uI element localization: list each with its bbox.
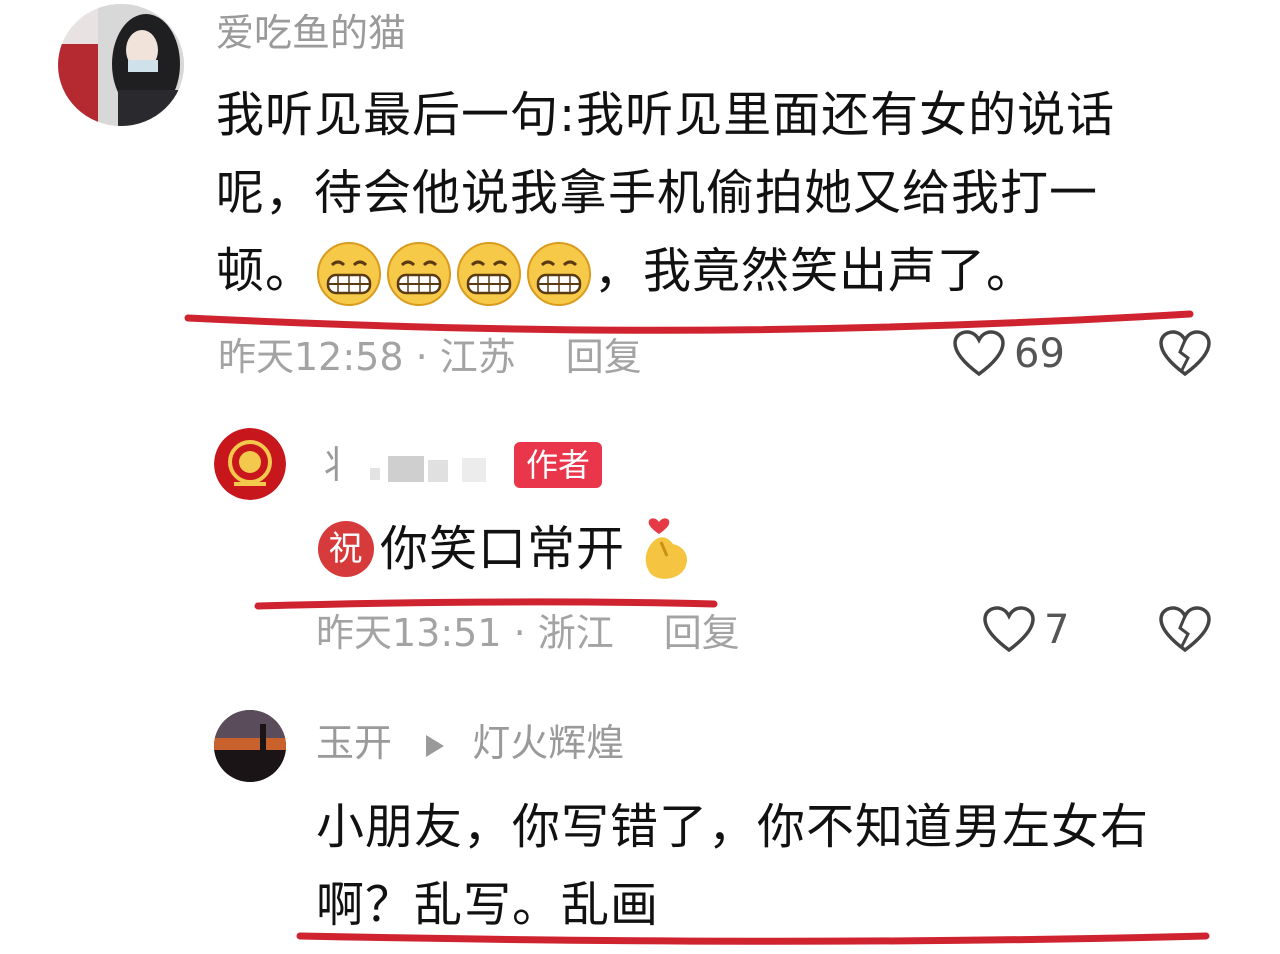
- like-button[interactable]: 7: [982, 606, 1069, 654]
- finger-heart-emoji: [645, 518, 688, 579]
- author-badge: 作者: [514, 442, 603, 489]
- like-count: 69: [1014, 331, 1065, 377]
- comment-meta: 昨天12:58 · 江苏 回复: [218, 335, 642, 379]
- heart-icon: [953, 330, 1005, 377]
- reply-button[interactable]: 回复: [664, 611, 740, 655]
- username[interactable]: 爱吃鱼的猫: [216, 14, 406, 52]
- reply-arrow-icon: [426, 734, 445, 757]
- comment-text: 祝 你笑口常开: [318, 510, 697, 588]
- like-count: 7: [1044, 607, 1070, 653]
- blurred-name: [370, 456, 486, 482]
- avatar[interactable]: [58, 4, 184, 126]
- grin-emoji: [387, 242, 452, 306]
- username[interactable]: 丬: [316, 446, 354, 484]
- avatar[interactable]: [214, 428, 286, 500]
- reply-to-name[interactable]: 灯火辉煌: [472, 721, 624, 765]
- broken-heart-icon: [1159, 606, 1211, 653]
- bless-badge: 祝: [318, 521, 374, 577]
- grin-emoji: [457, 242, 522, 306]
- grin-emoji: [527, 242, 592, 306]
- heart-icon: [983, 606, 1035, 653]
- grin-emoji: [317, 242, 382, 306]
- avatar[interactable]: [214, 710, 286, 782]
- comment-text: 我听见最后一句:我听见里面还有女的说话 呢，待会他说我拿手机偷拍她又给我打一 顿…: [216, 76, 1226, 310]
- like-button[interactable]: 69: [952, 330, 1065, 378]
- reply-button[interactable]: 回复: [566, 335, 642, 379]
- dislike-button[interactable]: [1158, 606, 1212, 658]
- comment-meta: 昨天13:51 · 浙江 回复: [316, 611, 740, 655]
- dislike-button[interactable]: [1158, 330, 1212, 382]
- comment-text: 小朋友，你写错了，你不知道男左女右 啊？乱写。乱画: [316, 799, 1150, 933]
- broken-heart-icon: [1159, 330, 1211, 377]
- username[interactable]: 玉开 灯火辉煌: [316, 724, 624, 762]
